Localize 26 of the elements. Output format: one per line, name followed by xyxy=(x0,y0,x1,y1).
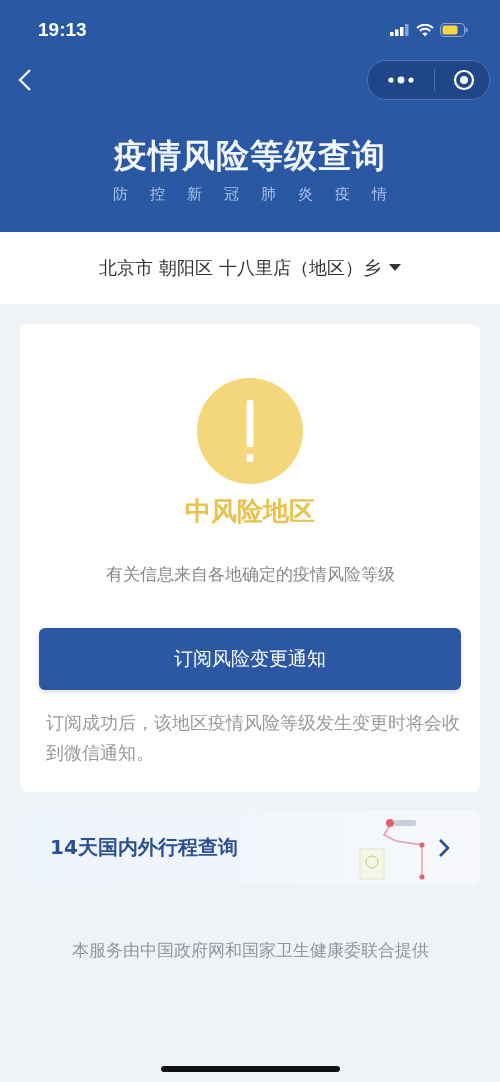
region-selector[interactable]: 北京市 朝阳区 十八里店（地区）乡 xyxy=(0,232,500,304)
subtitle-character: 肺 xyxy=(261,185,276,204)
more-icon[interactable] xyxy=(386,75,416,85)
dropdown-caret-icon xyxy=(388,264,401,272)
battery-icon xyxy=(440,23,468,37)
signal-icon xyxy=(390,24,410,36)
risk-level-text: 中风险地区 xyxy=(185,495,315,528)
subtitle-character: 情 xyxy=(372,185,387,204)
subscribe-button[interactable]: 订阅风险变更通知 xyxy=(39,628,461,690)
trip-query-card[interactable]: 14天国内外行程查询 xyxy=(20,810,480,885)
subtitle-character: 冠 xyxy=(224,185,239,204)
info-text: 有关信息来自各地确定的疫情风险等级 xyxy=(105,563,395,586)
subtitle-character: 炎 xyxy=(298,185,313,204)
page-title: 疫情风险等级查询 xyxy=(114,135,386,177)
status-time: 19:13 xyxy=(38,19,87,41)
footer-text: 本服务由中国政府网和国家卫生健康委联合提供 xyxy=(71,939,429,962)
subtitle-character: 防 xyxy=(113,185,128,204)
back-icon[interactable] xyxy=(18,68,32,92)
wifi-icon xyxy=(416,23,434,37)
trip-query-title: 14天国内外行程查询 xyxy=(50,834,239,861)
chevron-right-icon xyxy=(438,837,450,858)
subtitle-character: 疫 xyxy=(335,185,350,204)
subtitle-character: 控 xyxy=(150,185,165,204)
subtitle-character: 新 xyxy=(187,185,202,204)
close-icon[interactable] xyxy=(453,69,475,91)
subscribe-note: 订阅成功后，该地区疫情风险等级发生变更时将会收到微信通知。 xyxy=(46,711,461,765)
